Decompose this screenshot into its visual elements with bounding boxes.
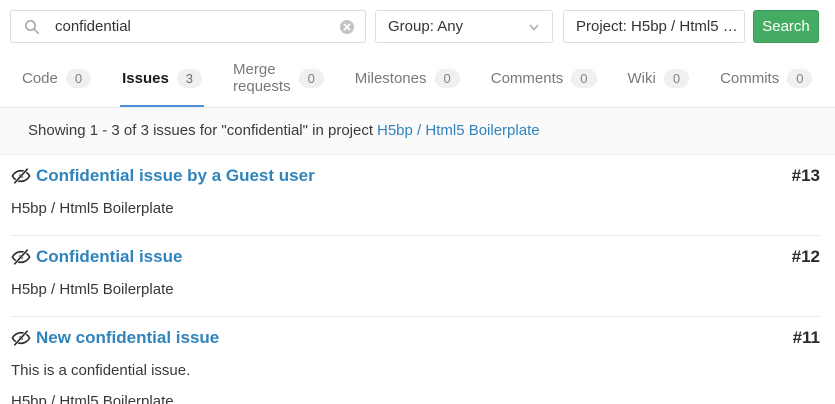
chevron-down-icon <box>744 21 745 33</box>
tab-milestones[interactable]: Milestones 0 <box>353 57 462 107</box>
tab-count-badge: 0 <box>787 69 812 88</box>
tab-issues[interactable]: Issues 3 <box>120 57 204 107</box>
group-filter-value: Group: Any <box>388 18 463 35</box>
results-summary-text: Showing 1 - 3 of 3 issues for "confident… <box>28 122 373 139</box>
search-results-list: Confidential issue by a Guest user #13 H… <box>0 155 835 404</box>
search-input[interactable] <box>11 11 365 42</box>
tab-label: Issues <box>122 70 169 87</box>
issue-project: H5bp / Html5 Boilerplate <box>11 281 820 298</box>
tab-label: Code <box>22 70 58 87</box>
chevron-down-icon <box>528 21 540 33</box>
project-filter-dropdown[interactable]: Project: H5bp / Html5 … <box>563 10 745 43</box>
project-link[interactable]: H5bp / Html5 Boilerplate <box>377 122 540 139</box>
tab-count-badge: 0 <box>571 69 596 88</box>
issue-project: H5bp / Html5 Boilerplate <box>11 200 820 217</box>
tab-commits[interactable]: Commits 0 <box>718 57 814 107</box>
clear-search-icon[interactable] <box>339 19 355 35</box>
tab-comments[interactable]: Comments 0 <box>489 57 599 107</box>
issue-result-row: Confidential issue by a Guest user #13 H… <box>11 155 820 236</box>
tab-count-badge: 3 <box>177 69 202 88</box>
group-filter-dropdown[interactable]: Group: Any <box>375 10 553 43</box>
issue-result-row: New confidential issue #11 This is a con… <box>11 317 820 404</box>
tab-code[interactable]: Code 0 <box>20 57 93 107</box>
search-button[interactable]: Search <box>753 10 819 43</box>
tab-count-badge: 0 <box>435 69 460 88</box>
issue-id: #13 <box>792 166 820 186</box>
tab-count-badge: 0 <box>299 69 324 88</box>
results-summary: Showing 1 - 3 of 3 issues for "confident… <box>0 107 835 155</box>
tab-count-badge: 0 <box>66 69 91 88</box>
issue-title-link[interactable]: Confidential issue by a Guest user <box>36 166 315 186</box>
issue-project: H5bp / Html5 Boilerplate <box>11 393 820 404</box>
tab-label: Wiki <box>628 70 656 87</box>
issue-result-row: Confidential issue #12 H5bp / Html5 Boil… <box>11 236 820 317</box>
tab-label: Comments <box>491 70 564 87</box>
tab-count-badge: 0 <box>664 69 689 88</box>
issue-title-link[interactable]: Confidential issue <box>36 247 182 267</box>
search-scope-tabs: Code 0 Issues 3 Merge requests 0 Milesto… <box>0 57 835 107</box>
search-icon <box>24 19 40 35</box>
tab-label: Milestones <box>355 70 427 87</box>
issue-title-link[interactable]: New confidential issue <box>36 328 219 348</box>
tab-label: Commits <box>720 70 779 87</box>
tab-merge-requests[interactable]: Merge requests 0 <box>231 57 326 107</box>
issue-description: This is a confidential issue. <box>11 362 820 379</box>
issue-id: #11 <box>793 328 820 348</box>
eye-slash-icon <box>11 328 31 348</box>
issue-id: #12 <box>792 247 820 267</box>
eye-slash-icon <box>11 166 31 186</box>
project-filter-value: Project: H5bp / Html5 … <box>576 18 738 35</box>
search-toolbar: Group: Any Project: H5bp / Html5 … Searc… <box>0 0 835 43</box>
search-input-wrap <box>10 10 366 43</box>
eye-slash-icon <box>11 247 31 267</box>
tab-label: Merge requests <box>233 61 291 95</box>
tab-wiki[interactable]: Wiki 0 <box>626 57 692 107</box>
